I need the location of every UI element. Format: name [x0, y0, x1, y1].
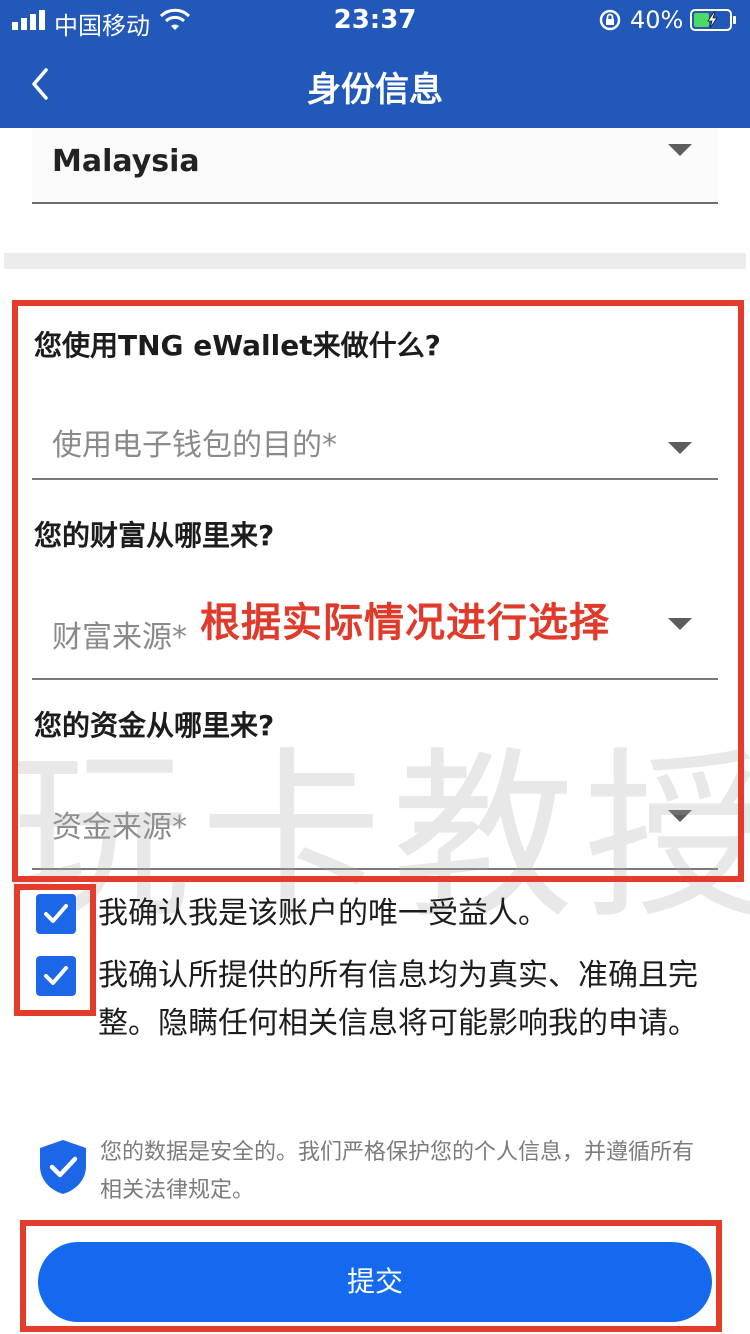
accuracy-consent-text: 我确认所提供的所有信息均为真实、准确且完整。隐瞒任何相关信息将可能影响我的申请。: [98, 958, 698, 1041]
battery-icon: [690, 9, 736, 31]
questions-highlight-box: [12, 300, 744, 882]
country-value: Malaysia: [52, 144, 200, 179]
shield-check-icon: [40, 1140, 86, 1194]
beneficiary-consent-text: 我确认我是该账户的唯一受益人。: [98, 896, 548, 931]
submit-highlight-box: [20, 1220, 722, 1332]
security-note: 您的数据是安全的。我们严格保护您的个人信息，并遵循所有相关法律规定。: [100, 1140, 695, 1203]
page-title: 身份信息: [307, 70, 443, 110]
status-bar: 中国移动 23:37 40%: [0, 0, 750, 40]
chevron-down-icon: [668, 144, 692, 156]
section-divider: [4, 253, 746, 269]
nav-bar: 身份信息: [0, 40, 750, 128]
rotation-lock-icon: [599, 9, 621, 31]
checkbox-highlight-box: [14, 884, 96, 1016]
battery-percentage: 40%: [630, 6, 684, 34]
country-select[interactable]: Malaysia: [32, 128, 718, 204]
